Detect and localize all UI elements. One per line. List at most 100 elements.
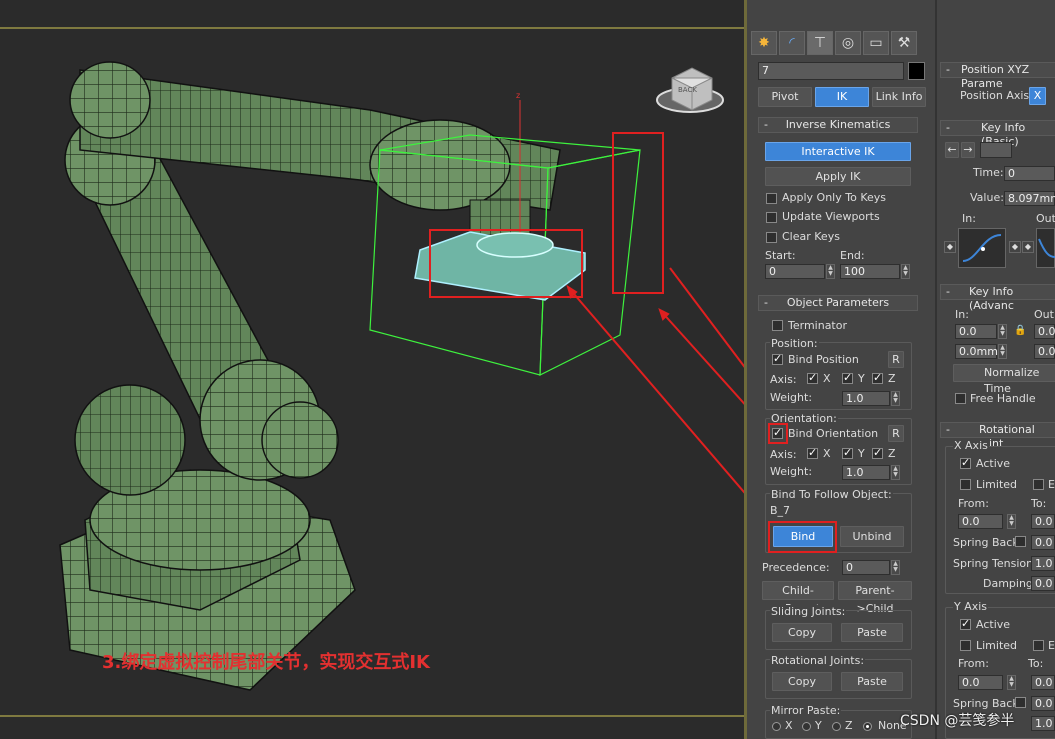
object-name-field[interactable]: 7 <box>758 62 904 80</box>
next-key-button[interactable]: → <box>961 142 975 158</box>
rotational-joints-header[interactable]: - Rotational Joint <box>940 422 1055 450</box>
clear-keys-label: Clear Keys <box>782 230 840 243</box>
lock-icon[interactable]: 🔒 <box>1014 325 1026 336</box>
y-active-checkbox[interactable] <box>960 617 971 630</box>
position-axis-z-checkbox[interactable] <box>872 371 883 384</box>
key-info-basic-header[interactable]: -Key Info (Basic) <box>940 120 1055 148</box>
y-to-field[interactable]: 0.0 <box>1031 675 1055 690</box>
y-spring-back-field[interactable]: 0.0 <box>1031 696 1055 711</box>
mirror-z-radio[interactable] <box>832 722 841 731</box>
bind-position-r-button[interactable]: R <box>888 351 904 368</box>
create-tab[interactable]: ✸ <box>751 31 777 55</box>
normalize-time-button[interactable]: Normalize Time <box>953 364 1055 395</box>
parent-child-button[interactable]: Parent->Child <box>838 581 912 615</box>
x-spring-tension-field[interactable]: 1.0 <box>1031 556 1055 571</box>
precedence-spinner[interactable]: ▲ ▼ <box>891 560 900 575</box>
modify-tab[interactable]: ◜ <box>779 31 805 55</box>
value-field[interactable]: 8.097mm <box>1004 191 1055 206</box>
precedence-field[interactable]: 0 <box>842 560 890 575</box>
in-tangent-copy-left[interactable]: ◆ <box>944 241 956 253</box>
in-tangent-copy-right[interactable]: ◆ <box>1009 241 1021 253</box>
mirror-none-radio[interactable] <box>863 722 872 731</box>
position-xyz-header[interactable]: - Position XYZ Parame <box>940 62 1055 90</box>
terminator-checkbox[interactable] <box>772 320 783 331</box>
rotational-paste-button[interactable]: Paste <box>841 672 903 691</box>
unbind-button[interactable]: Unbind <box>840 526 904 547</box>
rotational-copy-button[interactable]: Copy <box>772 672 832 691</box>
apply-only-to-keys-checkbox[interactable] <box>766 193 777 204</box>
display-tab[interactable]: ▭ <box>863 31 889 55</box>
motion-tab[interactable]: ◎ <box>835 31 861 55</box>
position-axis-y-checkbox[interactable] <box>842 371 853 384</box>
bind-orientation-r-button[interactable]: R <box>888 425 904 442</box>
y-spring-back-checkbox[interactable] <box>1015 697 1026 708</box>
svg-text:z: z <box>516 91 520 100</box>
adv-out-field-1[interactable]: 0.0 <box>1034 324 1055 339</box>
x-from-spinner[interactable]: ▲ ▼ <box>1007 514 1016 529</box>
x-ease-checkbox[interactable] <box>1033 479 1044 490</box>
utilities-tab[interactable]: ⚒ <box>891 31 917 55</box>
orientation-axis-y-checkbox[interactable] <box>842 446 853 459</box>
y-ease-checkbox[interactable] <box>1033 640 1044 651</box>
mirror-y-radio[interactable] <box>802 722 811 731</box>
start-field[interactable]: 0 <box>765 264 825 279</box>
pivot-tab[interactable]: Pivot <box>758 87 812 107</box>
viewport[interactable]: z BACK 3.绑定虚拟控制尾部关节，实现交互式IK <box>0 0 747 739</box>
x-spring-back-field[interactable]: 0.0 <box>1031 535 1055 550</box>
x-ease-label: E <box>1048 478 1055 491</box>
orientation-axis-x-checkbox[interactable] <box>807 446 818 459</box>
adv-in-field-2[interactable]: 0.0mm <box>955 344 998 359</box>
position-weight-spinner[interactable]: ▲ ▼ <box>891 391 900 406</box>
key-info-advanced-header[interactable]: - Key Info (Advanc <box>940 284 1055 312</box>
position-axis-x-checkbox[interactable] <box>807 371 818 384</box>
x-to-field[interactable]: 0.0 <box>1031 514 1055 529</box>
ik-rollout-header[interactable]: - Inverse Kinematics <box>758 117 918 133</box>
sliding-copy-button[interactable]: Copy <box>772 623 832 642</box>
y-from-field[interactable]: 0.0 <box>958 675 1003 690</box>
out-tangent-button[interactable] <box>1036 228 1055 268</box>
child-parent-button[interactable]: Child->Parent <box>762 581 834 615</box>
clear-keys-checkbox[interactable] <box>766 232 777 243</box>
bind-position-checkbox[interactable] <box>772 352 783 365</box>
key-number-field[interactable] <box>980 142 1012 158</box>
y-spring-tension-field[interactable]: 1.0 <box>1031 716 1055 731</box>
prev-key-button[interactable]: ← <box>945 142 959 158</box>
mirror-x-radio[interactable] <box>772 722 781 731</box>
out-tangent-copy-left[interactable]: ◆ <box>1022 241 1034 253</box>
object-parameters-header[interactable]: - Object Parameters <box>758 295 918 311</box>
adv-in-spinner-1[interactable]: ▲ ▼ <box>998 324 1007 339</box>
x-limited-checkbox[interactable] <box>960 479 971 490</box>
modify-icon: ◜ <box>789 35 795 51</box>
x-damping-field[interactable]: 0.0 <box>1031 576 1055 591</box>
interactive-ik-button[interactable]: Interactive IK <box>765 142 911 161</box>
in-tangent-button[interactable] <box>958 228 1006 268</box>
update-viewports-checkbox[interactable] <box>766 212 777 223</box>
time-field[interactable]: 0 <box>1004 166 1055 181</box>
orientation-weight-field[interactable]: 1.0 <box>842 465 890 480</box>
object-color-swatch[interactable] <box>908 62 925 80</box>
end-field[interactable]: 100 <box>840 264 900 279</box>
orientation-axis-z-checkbox[interactable] <box>872 446 883 459</box>
x-spring-back-checkbox[interactable] <box>1015 536 1026 547</box>
x-from-field[interactable]: 0.0 <box>958 514 1003 529</box>
viewport-scene[interactable]: z <box>0 0 747 739</box>
x-active-checkbox[interactable] <box>960 456 971 469</box>
adv-in-spinner-2[interactable]: ▲ ▼ <box>998 344 1007 359</box>
start-spinner[interactable]: ▲ ▼ <box>826 264 835 279</box>
adv-in-field-1[interactable]: 0.0 <box>955 324 997 339</box>
position-axis-x-button[interactable]: X <box>1029 87 1046 105</box>
mirror-y-label: Y <box>815 719 822 732</box>
orientation-weight-spinner[interactable]: ▲ ▼ <box>891 465 900 480</box>
apply-ik-button[interactable]: Apply IK <box>765 167 911 186</box>
link-info-tab[interactable]: Link Info <box>872 87 926 107</box>
position-weight-field[interactable]: 1.0 <box>842 391 890 406</box>
free-handle-checkbox[interactable] <box>955 393 966 404</box>
end-spinner[interactable]: ▲ ▼ <box>901 264 910 279</box>
y-limited-checkbox[interactable] <box>960 640 971 651</box>
end-effector-selected[interactable] <box>414 231 586 301</box>
y-from-spinner[interactable]: ▲ ▼ <box>1007 675 1016 690</box>
adv-out-field-2[interactable]: 0.0 <box>1034 344 1055 359</box>
hierarchy-tab[interactable]: ⊤ <box>807 31 833 55</box>
ik-tab[interactable]: IK <box>815 87 869 107</box>
sliding-paste-button[interactable]: Paste <box>841 623 903 642</box>
